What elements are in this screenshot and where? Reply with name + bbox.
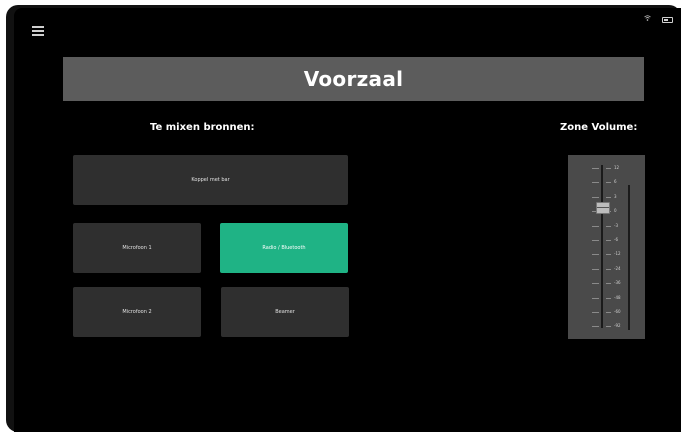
- volume-fader-handle[interactable]: [596, 202, 610, 214]
- volume-scale-tick: 3: [592, 194, 632, 200]
- hamburger-menu-icon[interactable]: [32, 26, 44, 36]
- volume-scale-label: -48: [614, 294, 621, 300]
- volume-scale-tick: -3: [592, 223, 632, 229]
- volume-scale-label: -3: [614, 222, 618, 228]
- page-title: Voorzaal: [303, 67, 404, 91]
- volume-scale-label: 12: [614, 165, 620, 170]
- volume-scale-label: -60: [614, 309, 621, 314]
- volume-scale-tick: -60: [592, 309, 632, 315]
- volume-scale-label: -36: [614, 280, 621, 286]
- source-button-microfoon-2[interactable]: Microfoon 2: [73, 287, 201, 337]
- volume-fader-track[interactable]: [601, 165, 603, 328]
- wifi-icon: [644, 15, 651, 23]
- source-button-microfoon-1[interactable]: Microfoon 1: [73, 223, 201, 273]
- volume-scale-label: 0: [614, 208, 617, 214]
- source-button-koppel-met-bar[interactable]: Koppel met bar: [73, 155, 348, 205]
- battery-icon: [662, 17, 673, 23]
- zone-volume-fader-panel: 12 6 3 0 -3 -6 -12 -24 -36 -48 -60 -92: [568, 155, 645, 339]
- volume-scale-label: 6: [614, 179, 617, 185]
- volume-scale-tick: -24: [592, 266, 632, 272]
- volume-scale-label: -24: [614, 265, 621, 271]
- source-button-beamer[interactable]: Beamer: [221, 287, 349, 337]
- volume-scale-tick: -48: [592, 295, 632, 301]
- source-button-label: Beamer: [275, 309, 295, 315]
- source-button-label: Microfoon 2: [122, 309, 152, 315]
- source-button-radio-bluetooth[interactable]: Radio / Bluetooth: [220, 223, 348, 273]
- volume-scale-label: -12: [614, 251, 621, 257]
- source-button-label: Radio / Bluetooth: [262, 245, 306, 251]
- volume-scale-label: 3: [614, 193, 617, 199]
- sources-heading: Te mixen bronnen:: [150, 122, 255, 133]
- volume-scale-tick: -36: [592, 280, 632, 286]
- source-button-label: Koppel met bar: [191, 177, 230, 183]
- volume-heading: Zone Volume:: [560, 122, 638, 133]
- volume-scale-label: -92: [614, 323, 621, 329]
- volume-scale-tick: 12: [592, 165, 632, 171]
- volume-scale-tick: -6: [592, 237, 632, 243]
- source-button-label: Microfoon 1: [122, 245, 152, 251]
- volume-scale-tick: 6: [592, 179, 632, 185]
- zone-title-bar: Voorzaal: [63, 57, 644, 101]
- volume-scale-tick: -92: [592, 323, 632, 329]
- volume-scale-label: -6: [614, 237, 618, 242]
- volume-scale-tick: -12: [592, 251, 632, 257]
